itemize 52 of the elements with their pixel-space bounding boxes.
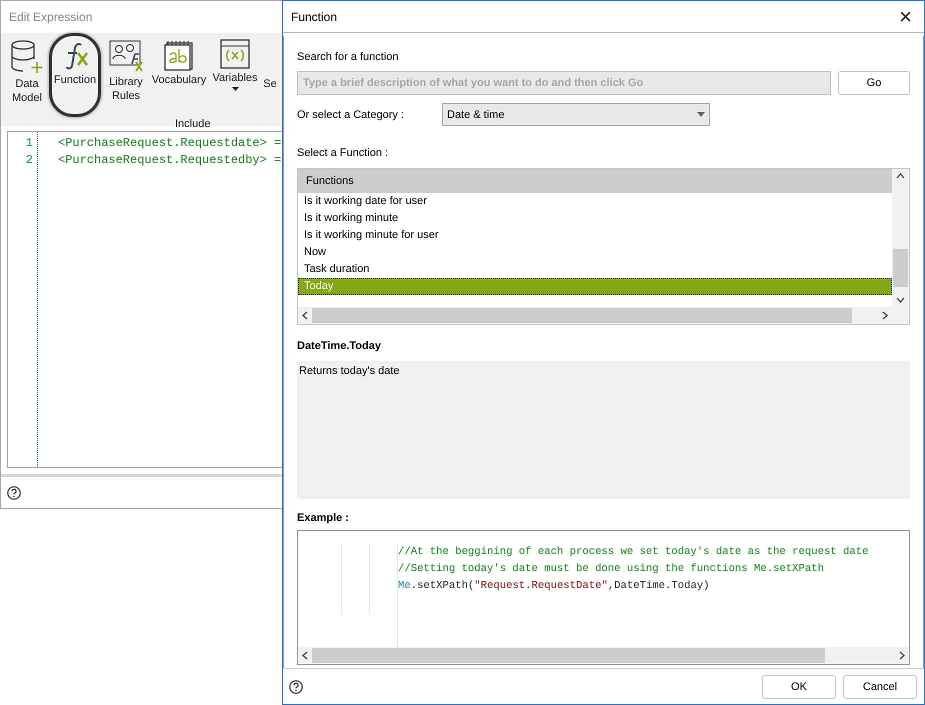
scroll-right-icon[interactable] [899,651,905,660]
ribbon-button[interactable]: Function [49,33,101,117]
group-label: Include [175,117,210,131]
list-header: Functions [298,169,892,193]
code-line: <PurchaseRequest.Requestdate> = [58,135,282,152]
notebook-icon [164,39,194,71]
people-function-icon [109,39,143,73]
category-label: Or select a Category : [297,108,405,122]
ribbon-button[interactable]: Variables [211,39,259,91]
vertical-scrollbar[interactable] [892,169,909,307]
code-line: <PurchaseRequest.Requestedby> = [58,152,282,169]
close-button[interactable]: × [895,6,916,28]
horizontal-scrollbar[interactable] [298,647,909,664]
database-icon [10,39,44,75]
scroll-left-icon[interactable] [302,311,308,320]
list-item[interactable]: Now [298,244,892,261]
scroll-thumb[interactable] [893,249,908,287]
dialog-button[interactable]: OK [762,674,836,698]
list-item[interactable]: Is it working minute for user [298,227,892,244]
search-field[interactable]: Type a brief description of what you want to do and then click Go [297,71,831,95]
scroll-right-icon[interactable] [882,311,888,320]
line-number: 2 [26,152,33,169]
ribbon-button[interactable]: Vocabulary [151,39,207,87]
list-item[interactable]: Is it working minute [298,210,892,227]
dialog-title: Function [291,10,338,24]
list-label: Select a Function : [297,146,390,160]
variable-icon [220,39,250,69]
list-item[interactable]: Is it working date for user [298,193,892,210]
line-number: 1 [26,135,33,152]
scroll-up-icon[interactable] [896,173,905,179]
list-item[interactable]: Task duration [298,261,892,278]
scroll-down-icon[interactable] [896,297,905,303]
horizontal-scrollbar[interactable] [298,307,892,324]
example-label: Example : [297,511,350,525]
category-dropdown[interactable]: Date & time [442,103,710,126]
scroll-thumb[interactable] [312,308,852,323]
go-button[interactable]: Go [838,71,910,95]
description-text: Returns today's date [297,361,910,499]
ribbon-button[interactable]: Data Model [9,39,45,105]
caret-icon [697,112,705,117]
code-line: Me.setXPath("Request.RequestDate",DateTime.Today) [398,579,711,594]
help-icon[interactable] [289,680,303,694]
dialog-button[interactable]: Cancel [843,674,917,698]
ribbon-button[interactable]: Library Rules [105,39,147,103]
ribbon-button[interactable]: Se [263,39,277,91]
help-icon[interactable] [7,486,21,500]
scroll-thumb[interactable] [312,648,825,663]
search-label: Search for a function [297,50,400,64]
scroll-left-icon[interactable] [302,651,308,660]
function-name: DateTime.Today [297,339,382,353]
code-line: //At the beggining of each process we set today's date as the request date [398,545,868,560]
code-line: //Setting today's date must be done using the functions Me.setXPath [398,562,825,577]
